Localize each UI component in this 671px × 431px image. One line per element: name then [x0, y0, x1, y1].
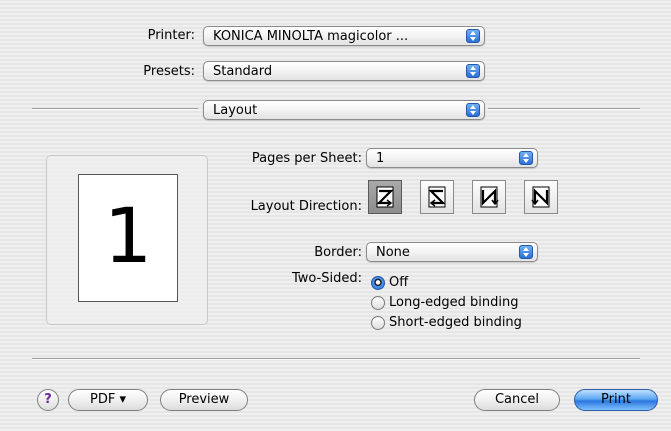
- pages-per-sheet-value: 1: [376, 151, 385, 166]
- pages-per-sheet-popup[interactable]: 1: [366, 148, 538, 168]
- popup-arrows-icon: [466, 29, 480, 43]
- layout-direction-label: Layout Direction:: [250, 199, 362, 214]
- layout-preview-page: 1: [78, 174, 178, 302]
- pdf-menu-button[interactable]: PDF ▾: [68, 389, 148, 411]
- cancel-button[interactable]: Cancel: [474, 389, 560, 411]
- presets-value: Standard: [213, 64, 273, 79]
- two-sided-short-edge-radio[interactable]: [371, 316, 385, 330]
- printer-popup[interactable]: KONICA MINOLTA magicolor ...: [203, 26, 485, 46]
- popup-arrows-icon: [466, 103, 480, 117]
- border-popup[interactable]: None: [366, 242, 538, 262]
- two-sided-label: Two-Sided:: [291, 271, 362, 286]
- z-arrow-icon: [376, 186, 394, 208]
- layout-direction-reverse-n-button[interactable]: [524, 180, 558, 214]
- help-button[interactable]: ?: [37, 389, 59, 411]
- panel-popup[interactable]: Layout: [203, 100, 485, 120]
- popup-arrows-icon: [519, 245, 533, 259]
- reverse-z-arrow-icon: [428, 186, 446, 208]
- pages-per-sheet-label: Pages per Sheet:: [251, 151, 362, 166]
- two-sided-long-edge-radio[interactable]: [371, 296, 385, 310]
- presets-popup[interactable]: Standard: [203, 61, 485, 81]
- panel-value: Layout: [213, 103, 258, 118]
- print-button[interactable]: Print: [574, 389, 658, 411]
- two-sided-short-edge-label[interactable]: Short-edged binding: [389, 315, 522, 330]
- layout-direction-reverse-z-button[interactable]: [420, 180, 454, 214]
- layout-direction-n-button[interactable]: [472, 180, 506, 214]
- layout-direction-z-button[interactable]: [368, 180, 402, 214]
- printer-value: KONICA MINOLTA magicolor ...: [213, 29, 409, 44]
- popup-arrows-icon: [466, 64, 480, 78]
- preview-button[interactable]: Preview: [160, 389, 248, 411]
- printer-label: Printer:: [147, 28, 195, 43]
- preview-page-number: 1: [103, 191, 153, 280]
- popup-arrows-icon: [519, 151, 533, 165]
- n-arrow-icon: [480, 186, 499, 208]
- two-sided-long-edge-label[interactable]: Long-edged binding: [389, 295, 519, 310]
- two-sided-off-label[interactable]: Off: [389, 275, 408, 290]
- two-sided-off-radio[interactable]: [371, 276, 385, 290]
- panel-separator-right: [488, 108, 640, 110]
- reverse-n-arrow-icon: [531, 186, 550, 208]
- footer-separator: [32, 358, 640, 360]
- border-label: Border:: [314, 245, 362, 260]
- border-value: None: [376, 245, 410, 260]
- panel-separator-left: [32, 108, 198, 110]
- presets-label: Presets:: [143, 64, 195, 79]
